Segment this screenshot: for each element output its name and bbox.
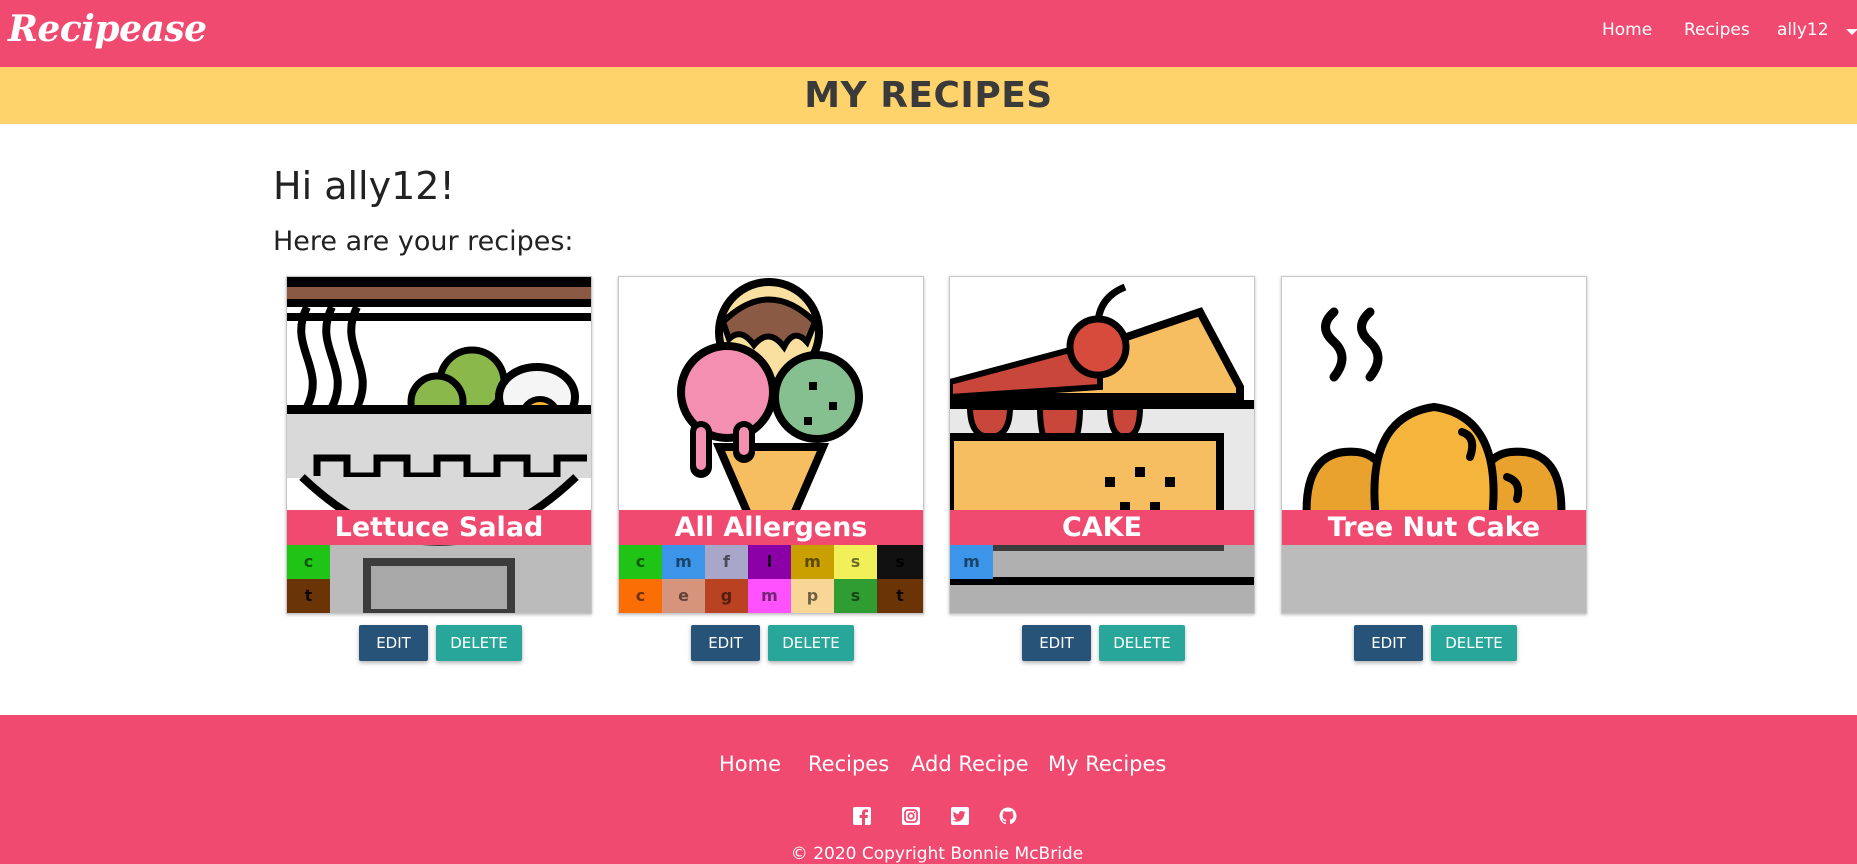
footer-home-link[interactable]: Home	[719, 752, 781, 776]
allergen-tag: t	[287, 579, 330, 613]
allergen-tag: m	[791, 545, 834, 579]
allergen-letter: l	[766, 552, 773, 571]
allergen-tag: s	[877, 545, 923, 579]
nav-user-dropdown[interactable]: ally12	[1777, 20, 1829, 40]
greeting-heading: Hi ally12!	[273, 164, 455, 208]
allergen-letter: m	[963, 552, 980, 571]
allergen-letter: t	[304, 586, 313, 605]
allergen-tag: c	[287, 545, 330, 579]
delete-button[interactable]: DELETE	[1431, 625, 1517, 661]
cake-slice-icon	[950, 277, 1254, 613]
edit-button[interactable]: EDIT	[359, 625, 428, 661]
delete-button[interactable]: DELETE	[1099, 625, 1185, 661]
footer-my-recipes-link[interactable]: My Recipes	[1048, 752, 1166, 776]
page-title: MY RECIPES	[804, 75, 1053, 116]
croissant-icon	[1282, 277, 1586, 613]
salad-bowl-icon	[287, 277, 591, 613]
allergen-letter: s	[850, 586, 861, 605]
card-actions: EDIT DELETE	[286, 625, 592, 661]
allergen-tag: m	[748, 579, 791, 613]
allergen-letter: m	[761, 586, 778, 605]
allergen-tag: e	[662, 579, 705, 613]
allergen-tag: p	[791, 579, 834, 613]
allergen-tag: m	[950, 545, 993, 579]
allergen-tag: s	[834, 545, 877, 579]
allergen-tag: s	[834, 579, 877, 613]
footer-add-recipe-link[interactable]: Add Recipe	[911, 752, 1029, 776]
nav-home-link[interactable]: Home	[1602, 20, 1652, 40]
allergen-letter: c	[635, 586, 646, 605]
delete-button[interactable]: DELETE	[768, 625, 854, 661]
recipe-card[interactable]: Lettuce Salad c t	[286, 276, 592, 614]
recipe-title[interactable]: All Allergens	[619, 510, 923, 545]
footer: Home Recipes Add Recipe My Recipes © 202…	[0, 715, 1857, 864]
twitter-icon[interactable]	[951, 807, 969, 825]
facebook-icon[interactable]	[853, 807, 871, 825]
allergen-tag: c	[619, 545, 662, 579]
card-actions: EDIT DELETE	[949, 625, 1255, 661]
page-title-bar: MY RECIPES	[0, 67, 1857, 124]
allergen-letter: c	[635, 552, 646, 571]
navbar: Recipease Home Recipes ally12	[0, 0, 1857, 67]
allergen-tag: f	[705, 545, 748, 579]
github-icon[interactable]	[999, 807, 1017, 825]
edit-button[interactable]: EDIT	[691, 625, 760, 661]
allergen-letter: c	[303, 552, 314, 571]
recipe-card[interactable]: Tree Nut Cake	[1281, 276, 1587, 614]
recipe-title[interactable]: CAKE	[950, 510, 1254, 545]
instagram-icon[interactable]	[902, 807, 920, 825]
recipes-subheading: Here are your recipes:	[273, 226, 574, 257]
card-actions: EDIT DELETE	[618, 625, 924, 661]
recipe-title[interactable]: Lettuce Salad	[287, 510, 591, 545]
allergen-tag: g	[705, 579, 748, 613]
allergen-letter: e	[678, 586, 689, 605]
allergen-letter: s	[850, 552, 861, 571]
allergen-letter: p	[806, 586, 819, 605]
allergen-letter: f	[723, 552, 730, 571]
allergen-letter: m	[675, 552, 692, 571]
allergen-tag: l	[748, 545, 791, 579]
footer-recipes-link[interactable]: Recipes	[808, 752, 889, 776]
allergen-tag: m	[662, 545, 705, 579]
copyright-text: © 2020 Copyright Bonnie McBride	[790, 844, 1084, 864]
allergen-letter: s	[895, 552, 905, 571]
chevron-down-icon[interactable]	[1846, 29, 1857, 35]
edit-button[interactable]: EDIT	[1354, 625, 1423, 661]
brand-logo[interactable]: Recipease	[8, 8, 207, 50]
allergen-tag: c	[619, 579, 662, 613]
delete-button[interactable]: DELETE	[436, 625, 522, 661]
recipe-title[interactable]: Tree Nut Cake	[1282, 510, 1586, 545]
recipe-card[interactable]: CAKE m	[949, 276, 1255, 614]
allergen-tag: t	[877, 579, 923, 613]
edit-button[interactable]: EDIT	[1022, 625, 1091, 661]
recipe-card[interactable]: All Allergens c m f l m s s c e g m p s …	[618, 276, 924, 614]
card-actions: EDIT DELETE	[1281, 625, 1587, 661]
allergen-letter: m	[804, 552, 821, 571]
nav-recipes-link[interactable]: Recipes	[1684, 20, 1750, 40]
allergen-letter: t	[896, 586, 904, 605]
allergen-letter: g	[720, 586, 733, 605]
